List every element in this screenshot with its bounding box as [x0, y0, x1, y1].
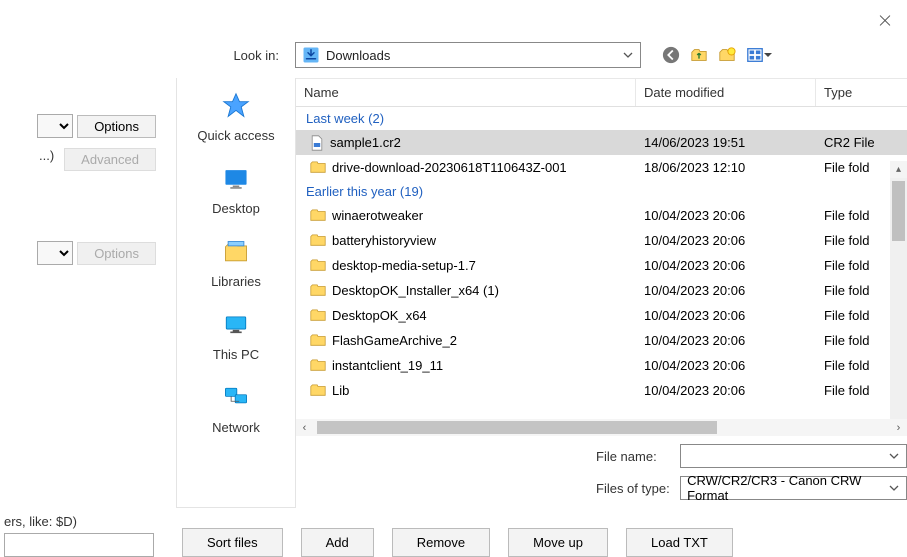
- left-trunc-text: ...): [39, 148, 60, 163]
- left-combo-2[interactable]: [37, 241, 73, 265]
- new-folder-icon[interactable]: [717, 45, 737, 65]
- advanced-button: Advanced: [64, 148, 156, 171]
- file-row[interactable]: FlashGameArchive_210/04/2023 20:06File f…: [296, 328, 907, 353]
- scroll-left-icon[interactable]: ‹: [296, 419, 313, 436]
- place-desktop[interactable]: Desktop: [212, 163, 260, 216]
- back-icon[interactable]: [661, 45, 681, 65]
- place-libraries[interactable]: Libraries: [211, 236, 261, 289]
- file-row[interactable]: desktop-media-setup-1.710/04/2023 20:06F…: [296, 253, 907, 278]
- place-label: Quick access: [197, 128, 274, 143]
- file-name: FlashGameArchive_2: [332, 333, 457, 348]
- close-icon[interactable]: [877, 12, 893, 28]
- network-icon: [220, 382, 252, 414]
- lookin-combo[interactable]: Downloads: [295, 42, 641, 68]
- file-name: desktop-media-setup-1.7: [332, 258, 476, 273]
- column-header-type[interactable]: Type: [816, 79, 907, 106]
- place-network[interactable]: Network: [212, 382, 260, 435]
- scroll-thumb[interactable]: [892, 181, 905, 241]
- file-row[interactable]: Lib10/04/2023 20:06File fold: [296, 378, 907, 403]
- folder-icon: [310, 359, 326, 372]
- column-header-date[interactable]: Date modified: [636, 79, 816, 106]
- place-quick-access[interactable]: Quick access: [197, 90, 274, 143]
- file-name: instantclient_19_11: [332, 358, 443, 373]
- horizontal-scrollbar[interactable]: ‹ ›: [296, 419, 907, 436]
- filetype-combo[interactable]: CRW/CR2/CR3 - Canon CRW Format: [680, 476, 907, 500]
- file-date: 10/04/2023 20:06: [636, 283, 816, 298]
- chevron-down-icon: [888, 450, 900, 462]
- column-header-name[interactable]: Name: [296, 79, 636, 106]
- folder-icon: [310, 334, 326, 347]
- file-date: 10/04/2023 20:06: [636, 308, 816, 323]
- place-this-pc[interactable]: This PC: [213, 309, 259, 362]
- star-icon: [220, 90, 252, 122]
- place-label: Libraries: [211, 274, 261, 289]
- filetype-label: Files of type:: [596, 481, 670, 496]
- places-bar: Quick access Desktop Libraries This PC N…: [176, 78, 296, 508]
- file-name: winaerotweaker: [332, 208, 423, 223]
- file-name: batteryhistoryview: [332, 233, 436, 248]
- file-date: 10/04/2023 20:06: [636, 358, 816, 373]
- chevron-down-icon: [622, 49, 634, 61]
- footer-input[interactable]: [4, 533, 154, 557]
- file-date: 10/04/2023 20:06: [636, 233, 816, 248]
- file-date: 10/04/2023 20:06: [636, 208, 816, 223]
- lookin-label: Look in:: [0, 48, 285, 63]
- file-row[interactable]: sample1.cr2 14/06/2023 19:51CR2 File: [296, 130, 907, 155]
- options-button-2: Options: [77, 242, 156, 265]
- file-row[interactable]: instantclient_19_1110/04/2023 20:06File …: [296, 353, 907, 378]
- scroll-right-icon[interactable]: ›: [890, 419, 907, 436]
- hscroll-thumb[interactable]: [317, 421, 717, 434]
- downloads-icon: [302, 46, 320, 64]
- file-name: sample1.cr2: [330, 135, 401, 150]
- file-date: 10/04/2023 20:06: [636, 383, 816, 398]
- scroll-up-icon[interactable]: ▴: [890, 161, 907, 178]
- file-name: Lib: [332, 383, 349, 398]
- place-label: Network: [212, 420, 260, 435]
- remove-button[interactable]: Remove: [392, 528, 490, 557]
- left-combo-1[interactable]: [37, 114, 73, 138]
- folder-icon: [310, 209, 326, 222]
- options-button-1[interactable]: Options: [77, 115, 156, 138]
- lookin-value: Downloads: [326, 48, 622, 63]
- this-pc-icon: [220, 309, 252, 341]
- footer-hint: ers, like: $D): [4, 514, 164, 529]
- folder-icon: [310, 234, 326, 247]
- folder-icon: [310, 309, 326, 322]
- file-date: 10/04/2023 20:06: [636, 333, 816, 348]
- filename-input[interactable]: [680, 444, 907, 468]
- file-row[interactable]: winaerotweaker10/04/2023 20:06File fold: [296, 203, 907, 228]
- file-type: CR2 File: [816, 135, 907, 150]
- place-label: This PC: [213, 347, 259, 362]
- file-row[interactable]: batteryhistoryview10/04/2023 20:06File f…: [296, 228, 907, 253]
- group-header[interactable]: Last week (2): [296, 107, 907, 130]
- file-name: DesktopOK_Installer_x64 (1): [332, 283, 499, 298]
- view-menu-icon[interactable]: [745, 45, 773, 65]
- chevron-down-icon: [888, 482, 900, 494]
- desktop-icon: [220, 163, 252, 195]
- file-icon: [310, 135, 324, 151]
- folder-icon: [310, 384, 326, 397]
- up-one-level-icon[interactable]: [689, 45, 709, 65]
- folder-icon: [310, 284, 326, 297]
- file-row[interactable]: DesktopOK_x6410/04/2023 20:06File fold: [296, 303, 907, 328]
- file-row[interactable]: drive-download-20230618T110643Z-001 18/06…: [296, 155, 907, 180]
- group-header[interactable]: Earlier this year (19): [296, 180, 907, 203]
- folder-icon: [310, 259, 326, 272]
- move-up-button[interactable]: Move up: [508, 528, 608, 557]
- file-name: DesktopOK_x64: [332, 308, 427, 323]
- place-label: Desktop: [212, 201, 260, 216]
- vertical-scrollbar[interactable]: ▴ ▾: [890, 161, 907, 419]
- file-date: 18/06/2023 12:10: [636, 160, 816, 175]
- file-date: 14/06/2023 19:51: [636, 135, 816, 150]
- file-list[interactable]: Name Date modified Type Last week (2)sam…: [296, 78, 907, 419]
- file-row[interactable]: DesktopOK_Installer_x64 (1) 10/04/2023 20…: [296, 278, 907, 303]
- add-button[interactable]: Add: [301, 528, 374, 557]
- libraries-icon: [220, 236, 252, 268]
- file-date: 10/04/2023 20:06: [636, 258, 816, 273]
- folder-icon: [310, 161, 326, 174]
- sort-files-button[interactable]: Sort files: [182, 528, 283, 557]
- filename-label: File name:: [596, 449, 670, 464]
- file-name: drive-download-20230618T110643Z-001: [332, 160, 567, 175]
- load-txt-button[interactable]: Load TXT: [626, 528, 733, 557]
